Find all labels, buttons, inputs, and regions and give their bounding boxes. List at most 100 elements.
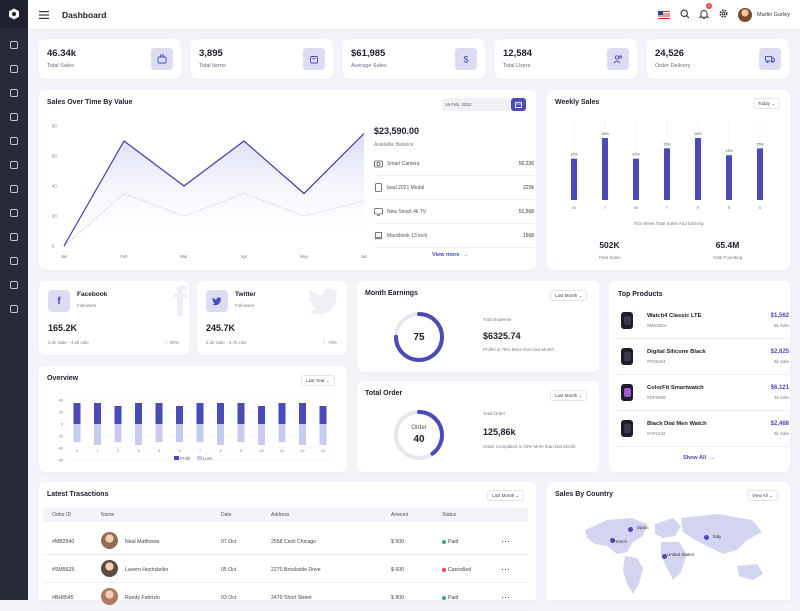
user-avatar[interactable] xyxy=(737,7,752,22)
date-picker-input[interactable]: 16 Feb, 2022 xyxy=(442,98,512,111)
loss-bar[interactable] xyxy=(237,424,245,442)
profit-bar[interactable] xyxy=(237,403,245,424)
loss-bar[interactable] xyxy=(114,424,122,442)
loss-bar[interactable] xyxy=(155,424,163,442)
order-filter-dropdown[interactable]: Last Month ⌄ xyxy=(550,390,588,401)
list-item[interactable]: Smart Camera 56,236 xyxy=(374,152,534,176)
users-icon xyxy=(607,48,629,70)
map-pin-icon[interactable] xyxy=(0,225,28,249)
arrow-up-icon: ↑ xyxy=(165,340,168,345)
loss-bar[interactable] xyxy=(299,424,306,445)
loss-bar[interactable] xyxy=(258,424,265,445)
settings-gear-icon[interactable] xyxy=(718,6,729,24)
list-item[interactable]: New Smart 4k TV 51,568 xyxy=(374,200,534,224)
map-marker-italy[interactable] xyxy=(704,535,709,540)
menu-icon[interactable] xyxy=(32,10,56,19)
column-header[interactable]: Status xyxy=(442,512,456,518)
logo-icon[interactable] xyxy=(0,0,28,28)
loss-bar[interactable] xyxy=(196,424,204,442)
column-header[interactable]: Address xyxy=(271,512,289,518)
profit-bar[interactable] xyxy=(196,403,204,424)
search-icon[interactable] xyxy=(680,6,690,24)
profit-bar[interactable] xyxy=(114,406,122,424)
weekly-bar[interactable] xyxy=(695,138,701,200)
stat-label: Total Sales xyxy=(47,63,74,69)
product-row[interactable]: ColorFit Smartwatch #DF8568 $6,121 1k Sa… xyxy=(617,375,789,411)
weekly-bar[interactable] xyxy=(633,158,639,200)
product-code: #FD5264 xyxy=(647,359,666,364)
view-more-link[interactable]: View more → xyxy=(432,252,469,258)
weekly-bar[interactable] xyxy=(726,155,732,200)
loss-bar[interactable] xyxy=(73,424,81,442)
loss-bar[interactable] xyxy=(135,424,142,445)
show-all-link[interactable]: Show All → xyxy=(683,455,716,461)
order-address: 2470 Short Street xyxy=(271,595,312,601)
user-name[interactable]: Martin Gurley xyxy=(757,12,790,18)
earnings-filter-dropdown[interactable]: Last Month ⌄ xyxy=(550,290,588,301)
profit-bar[interactable] xyxy=(135,403,142,424)
calendar-button[interactable] xyxy=(511,98,526,111)
transactions-card: Latest Trasactions Last Month ⌄ Order ID… xyxy=(39,482,536,611)
monitor-icon[interactable] xyxy=(0,33,28,57)
item-value: 51,568 xyxy=(518,208,534,215)
layout-icon[interactable] xyxy=(0,81,28,105)
weekly-bar[interactable] xyxy=(757,148,763,200)
profit-bar[interactable] xyxy=(176,406,183,424)
profit-bar[interactable] xyxy=(73,403,81,424)
column-header[interactable]: Date xyxy=(221,512,232,518)
column-header[interactable]: Amount xyxy=(391,512,408,518)
profit-bar[interactable] xyxy=(319,406,327,424)
bar-value-label: 18% xyxy=(601,131,609,136)
list-item[interactable]: Ipad 2021 Modal 220k xyxy=(374,176,534,200)
map-marker-spain[interactable] xyxy=(628,527,633,532)
overview-filter-dropdown[interactable]: Last Year ⌄ xyxy=(301,375,335,386)
column-header[interactable]: Name xyxy=(101,512,114,518)
product-row[interactable]: Black Dial Men Watch #AP1243 $2,468 3k S… xyxy=(617,411,789,447)
database-icon[interactable] xyxy=(0,153,28,177)
grid-icon[interactable] xyxy=(0,57,28,81)
users-icon[interactable] xyxy=(0,249,28,273)
top-products-card: Top Products Watch4 Classic LTE #MS5624 … xyxy=(609,281,790,472)
loss-bar[interactable] xyxy=(319,424,327,445)
sidebar xyxy=(0,0,28,600)
archive-icon[interactable] xyxy=(0,273,28,297)
loss-bar[interactable] xyxy=(94,424,101,445)
profit-bar[interactable] xyxy=(299,403,306,424)
loss-bar[interactable] xyxy=(217,424,224,445)
more-options-icon[interactable]: ⋯ xyxy=(501,592,510,603)
briefcase-icon[interactable] xyxy=(0,105,28,129)
profit-bar[interactable] xyxy=(278,403,286,424)
more-options-icon[interactable]: ⋯ xyxy=(501,536,510,547)
card-title: Latest Trasactions xyxy=(47,491,109,498)
share-icon[interactable] xyxy=(0,297,28,321)
pen-icon[interactable] xyxy=(0,129,28,153)
column-header[interactable]: Order ID xyxy=(52,512,71,518)
profit-bar[interactable] xyxy=(94,403,101,424)
weekly-filter-dropdown[interactable]: Today ⌄ xyxy=(753,98,781,109)
profit-bar[interactable] xyxy=(155,403,163,424)
x-tick-label: Jun xyxy=(361,254,368,259)
pie-chart-icon[interactable] xyxy=(0,177,28,201)
list-item[interactable]: Mackbook 13 inch 1568 xyxy=(374,224,534,248)
us-flag-icon[interactable] xyxy=(657,10,670,19)
transactions-filter-dropdown[interactable]: Last Month ⌄ xyxy=(487,490,525,501)
more-options-icon[interactable]: ⋯ xyxy=(501,564,510,575)
weekly-bar[interactable] xyxy=(571,158,577,200)
weekly-bar[interactable] xyxy=(602,138,608,200)
feather-icon[interactable] xyxy=(0,201,28,225)
stat-label: Total Items xyxy=(199,63,226,69)
stat-value: $61,985 xyxy=(351,48,386,59)
product-row[interactable]: Digital Silicone Black #FD5264 $2,625 6k… xyxy=(617,339,789,375)
profit-bar[interactable] xyxy=(258,406,265,424)
weekly-bar[interactable] xyxy=(664,148,670,200)
loss-bar[interactable] xyxy=(176,424,183,442)
loss-bar[interactable] xyxy=(278,424,286,442)
product-row[interactable]: Watch4 Classic LTE #MS5624 $1,562 5k Sal… xyxy=(617,303,789,339)
country-filter-dropdown[interactable]: View All ⌄ xyxy=(747,490,778,501)
x-tick-label: 4 xyxy=(137,449,139,453)
product-name: ColorFit Smartwatch xyxy=(647,385,704,391)
bell-icon[interactable]: 4 xyxy=(698,2,712,24)
profit-bar[interactable] xyxy=(217,403,224,424)
x-tick-label: Mar xyxy=(180,254,188,259)
stat-value: 46.34k xyxy=(47,48,77,59)
